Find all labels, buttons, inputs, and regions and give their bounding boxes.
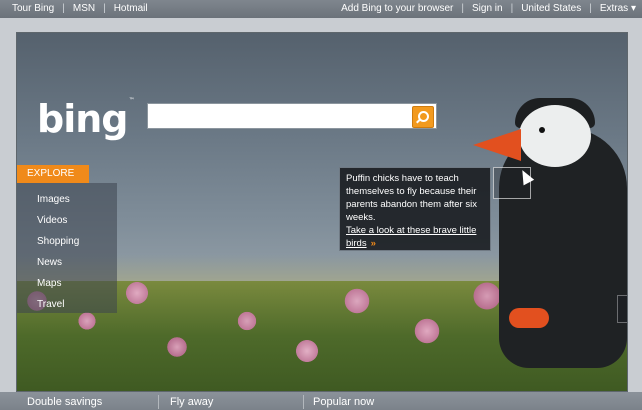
puffin-face xyxy=(519,105,591,167)
bottom-link-popular-now[interactable]: Popular now xyxy=(313,396,374,408)
sign-in-link[interactable]: Sign in xyxy=(472,3,503,14)
country-link[interactable]: United States xyxy=(521,3,581,14)
top-navigation-bar: Tour Bing | MSN | Hotmail Add Bing to your b… xyxy=(0,0,642,18)
separator: | xyxy=(62,3,65,14)
msn-link[interactable]: MSN xyxy=(73,3,95,14)
bottom-link-fly-away[interactable]: Fly away xyxy=(170,396,213,408)
puffin-eye xyxy=(539,127,545,133)
top-left-links: Tour Bing | MSN | Hotmail xyxy=(12,0,148,18)
homepage-background-image: bing™ EXPLORE Images Videos Shopping New… xyxy=(16,32,628,392)
explore-item-travel[interactable]: Travel xyxy=(37,294,79,315)
explore-item-videos[interactable]: Videos xyxy=(37,210,79,231)
search-input[interactable] xyxy=(148,104,420,128)
chevron-down-icon: ▾ xyxy=(630,3,636,14)
separator: | xyxy=(103,3,106,14)
add-bing-link[interactable]: Add Bing to your browser xyxy=(341,3,453,14)
tour-bing-link[interactable]: Tour Bing xyxy=(12,3,54,14)
explore-item-shopping[interactable]: Shopping xyxy=(37,231,79,252)
separator: | xyxy=(510,3,514,14)
separator: | xyxy=(589,3,592,14)
explore-header: EXPLORE xyxy=(17,165,89,183)
hotmail-link[interactable]: Hotmail xyxy=(114,3,148,14)
double-chevron-right-icon: » xyxy=(370,238,376,249)
bottom-link-double-savings[interactable]: Double savings xyxy=(27,396,102,408)
puffin-feet xyxy=(509,308,549,328)
extras-label: Extras xyxy=(599,3,629,14)
explore-item-images[interactable]: Images xyxy=(37,189,79,210)
explore-item-maps[interactable]: Maps xyxy=(37,273,79,294)
explore-item-news[interactable]: News xyxy=(37,252,79,273)
explore-list: Images Videos Shopping News Maps Travel xyxy=(37,189,79,315)
hotspot-text: Puffin chicks have to teach themselves t… xyxy=(346,173,477,223)
logo-text: bing xyxy=(37,97,128,141)
extras-menu[interactable]: Extras ▾ xyxy=(600,3,636,14)
bottom-links-bar: Double savings Fly away Popular now xyxy=(0,392,642,410)
search-box xyxy=(147,103,437,129)
divider xyxy=(158,395,159,409)
puffin-beak xyxy=(473,129,521,161)
hotspot-tooltip: Puffin chicks have to teach themselves t… xyxy=(339,167,491,251)
explore-panel: Images Videos Shopping News Maps Travel xyxy=(17,183,117,313)
separator: | xyxy=(461,3,464,14)
divider xyxy=(303,395,304,409)
search-button[interactable] xyxy=(412,106,434,128)
top-right-links: Add Bing to your browser | Sign in | United … xyxy=(341,0,636,18)
side-panel-handle[interactable] xyxy=(617,295,627,323)
hotspot-link[interactable]: Take a look at these brave little birds xyxy=(346,225,476,249)
bing-logo[interactable]: bing™ xyxy=(37,97,134,141)
trademark: ™ xyxy=(128,97,134,104)
